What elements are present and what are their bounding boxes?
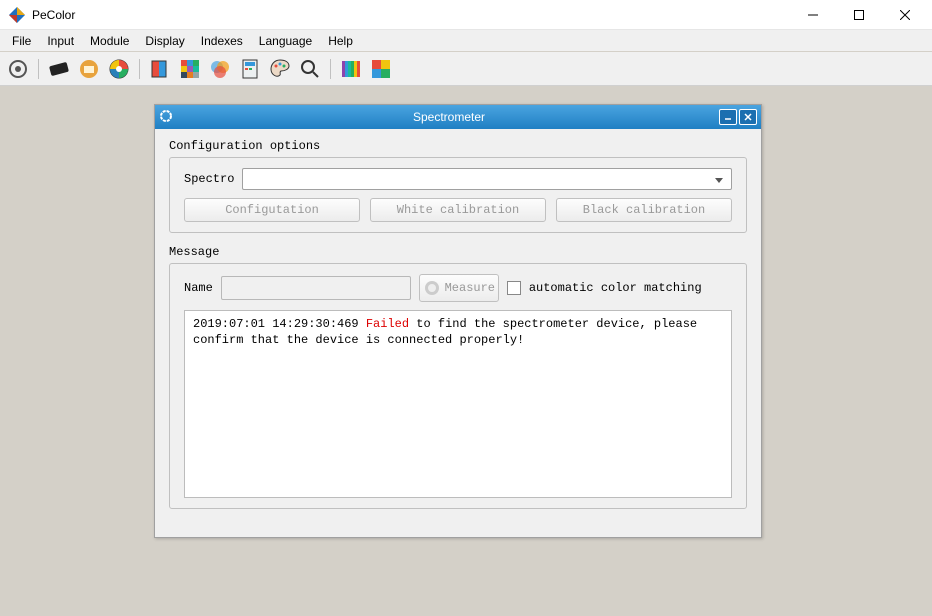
name-input[interactable] bbox=[221, 276, 411, 300]
dialog-title: Spectrometer bbox=[179, 110, 719, 124]
auto-match-label: automatic color matching bbox=[529, 281, 702, 295]
menu-display[interactable]: Display bbox=[137, 32, 192, 50]
dialog-minimize-button[interactable] bbox=[719, 109, 737, 125]
message-section-label: Message bbox=[169, 245, 747, 259]
message-groupbox: Name Measure automatic color matching 20… bbox=[169, 263, 747, 509]
minimize-button[interactable] bbox=[790, 0, 836, 30]
palette-icon[interactable] bbox=[268, 57, 292, 81]
name-label: Name bbox=[184, 281, 213, 295]
swatch-icon[interactable] bbox=[148, 57, 172, 81]
workspace: Spectrometer Configuration options Spect… bbox=[0, 86, 932, 616]
measure-label: Measure bbox=[445, 281, 495, 295]
maximize-button[interactable] bbox=[836, 0, 882, 30]
spectro-dropdown[interactable] bbox=[242, 168, 732, 190]
menu-language[interactable]: Language bbox=[251, 32, 320, 50]
spectrum-icon[interactable] bbox=[339, 57, 363, 81]
log-output[interactable]: 2019:07:01 14:29:30:469 Failed to find t… bbox=[184, 310, 732, 498]
log-timestamp: 2019:07:01 14:29:30:469 bbox=[193, 317, 359, 331]
dialog-icon bbox=[159, 109, 175, 125]
auto-match-checkbox[interactable] bbox=[507, 281, 521, 295]
toolbar-divider bbox=[38, 59, 39, 79]
configuration-button[interactable]: Configutation bbox=[184, 198, 360, 222]
toolbar bbox=[0, 52, 932, 86]
menu-input[interactable]: Input bbox=[39, 32, 82, 50]
color-wheel-icon[interactable] bbox=[107, 57, 131, 81]
dialog-close-button[interactable] bbox=[739, 109, 757, 125]
keyboard-icon[interactable] bbox=[47, 57, 71, 81]
spectrometer-dialog: Spectrometer Configuration options Spect… bbox=[154, 104, 762, 538]
window-titlebar: PeColor bbox=[0, 0, 932, 30]
venn-icon[interactable] bbox=[208, 57, 232, 81]
dialog-titlebar[interactable]: Spectrometer bbox=[155, 105, 761, 129]
black-calibration-button[interactable]: Black calibration bbox=[556, 198, 732, 222]
white-calibration-button[interactable]: White calibration bbox=[370, 198, 546, 222]
spectro-label: Spectro bbox=[184, 172, 234, 186]
folder-icon[interactable] bbox=[77, 57, 101, 81]
grid-icon[interactable] bbox=[178, 57, 202, 81]
toolbar-divider bbox=[139, 59, 140, 79]
quadrant-icon[interactable] bbox=[369, 57, 393, 81]
config-section-label: Configuration options bbox=[169, 139, 747, 153]
measure-button[interactable]: Measure bbox=[419, 274, 499, 302]
menu-indexes[interactable]: Indexes bbox=[193, 32, 251, 50]
aperture-icon bbox=[423, 279, 441, 297]
app-icon bbox=[8, 6, 26, 24]
close-button[interactable] bbox=[882, 0, 928, 30]
gear-icon[interactable] bbox=[6, 57, 30, 81]
search-icon[interactable] bbox=[298, 57, 322, 81]
menu-help[interactable]: Help bbox=[320, 32, 361, 50]
menu-module[interactable]: Module bbox=[82, 32, 137, 50]
menu-file[interactable]: File bbox=[4, 32, 39, 50]
window-title: PeColor bbox=[32, 8, 790, 22]
log-failed: Failed bbox=[366, 317, 409, 331]
config-groupbox: Spectro Configutation White calibration … bbox=[169, 157, 747, 233]
calculator-icon[interactable] bbox=[238, 57, 262, 81]
toolbar-divider bbox=[330, 59, 331, 79]
menubar: File Input Module Display Indexes Langua… bbox=[0, 30, 932, 52]
